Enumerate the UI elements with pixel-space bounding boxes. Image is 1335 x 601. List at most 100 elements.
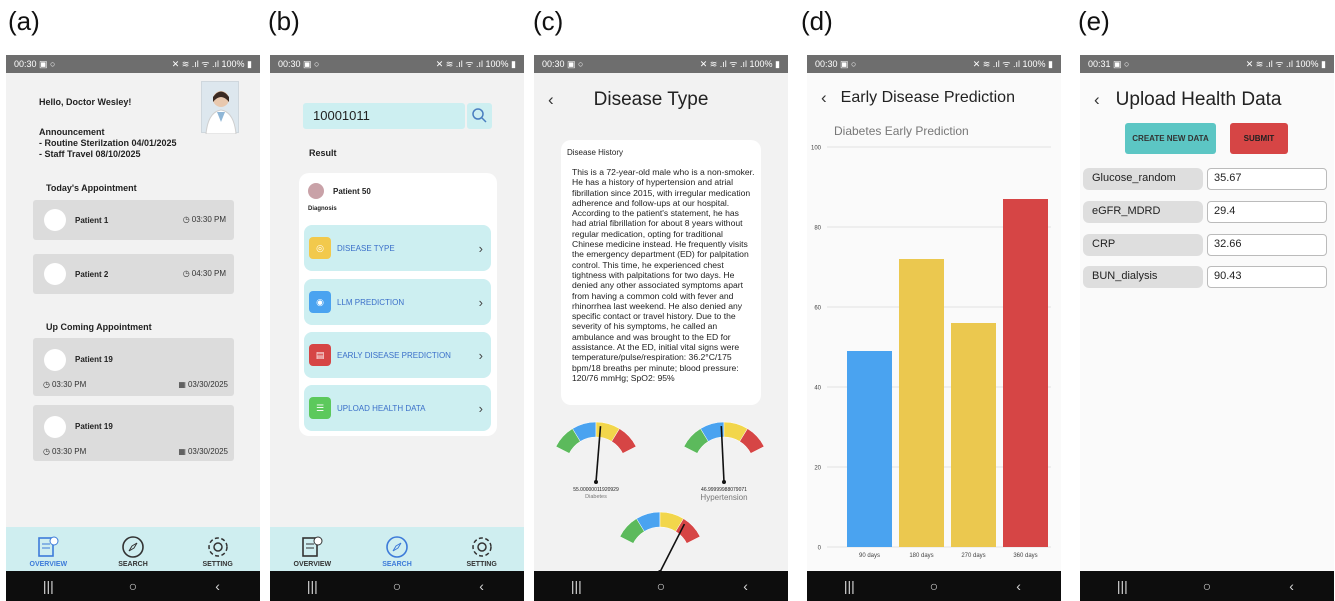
gear-icon <box>207 537 228 557</box>
y-tick-label: 60 <box>814 306 821 312</box>
panel-label-e: (e) <box>1078 6 1110 36</box>
menu-llm-prediction[interactable]: ◉ LLM PREDICTION › <box>304 279 491 325</box>
appointment-time: 03:30 PM <box>51 447 87 456</box>
system-nav-bar: ||| ○ ‹ <box>807 571 1061 601</box>
tab-overview[interactable]: OVERVIEW <box>282 535 342 568</box>
doctor-avatar[interactable] <box>201 81 239 135</box>
status-bar: 00:30 ▣ ○ ✕ ≋ .ıl ᯤ .ıl 100% ▮ <box>807 55 1061 73</box>
menu-disease-type[interactable]: ◎ DISEASE TYPE › <box>304 225 491 271</box>
appointment-time: 03:30 PM <box>51 380 87 389</box>
back-arrow-icon[interactable]: ‹ <box>1094 90 1100 110</box>
tab-setting[interactable]: SETTING <box>188 535 248 568</box>
battery-level: 100% <box>1295 59 1319 69</box>
home-icon[interactable]: ○ <box>1187 578 1227 594</box>
back-icon[interactable]: ‹ <box>198 578 238 594</box>
greeting: Hello, Doctor Wesley! <box>39 97 132 107</box>
back-icon[interactable]: ‹ <box>999 578 1039 594</box>
system-nav-bar: ||| ○ ‹ <box>270 571 524 601</box>
clock-icon: ◷ <box>43 447 50 456</box>
system-nav-bar: ||| ○ ‹ <box>6 571 260 601</box>
tab-overview[interactable]: OVERVIEW <box>18 535 78 568</box>
status-bar: 00:30 ▣ ○ ✕ ≋ .ıl ᯤ .ıl 100% ▮ <box>534 55 788 73</box>
back-icon[interactable]: ‹ <box>1272 578 1312 594</box>
status-bar: 00:31 ▣ ○ ✕ ≋ .ıl ᯤ .ıl 100% ▮ <box>1080 55 1334 73</box>
home-icon[interactable]: ○ <box>113 578 153 594</box>
recent-apps-icon[interactable]: ||| <box>1102 578 1142 594</box>
tab-search[interactable]: SEARCH <box>103 535 163 568</box>
chevron-right-icon: › <box>478 240 483 256</box>
compass-icon <box>122 536 144 558</box>
clock-icon: ◷ <box>182 269 190 278</box>
battery-level: 100% <box>221 59 245 69</box>
glucose-input[interactable]: 35.67 <box>1207 168 1327 190</box>
status-time: 00:30 <box>815 59 838 69</box>
database-icon: ☰ <box>309 397 331 419</box>
tab-setting[interactable]: SETTING <box>452 535 512 568</box>
upcoming-card[interactable]: Patient 19 ◷ 03:30 PM ▦ 03/30/2025 <box>33 338 234 396</box>
diagnosis-label: Diagnosis <box>308 206 337 212</box>
create-new-data-button[interactable]: CREATE NEW DATA <box>1125 123 1216 154</box>
field-label: Glucose_random <box>1083 168 1203 190</box>
bun-input[interactable]: 90.43 <box>1207 266 1327 288</box>
tab-label: OVERVIEW <box>29 561 68 568</box>
search-input[interactable]: 10001011 <box>303 103 465 129</box>
patient-name: Patient 50 <box>333 187 371 196</box>
overview-icon <box>38 536 59 557</box>
back-icon[interactable]: ‹ <box>726 578 766 594</box>
menu-label: LLM PREDICTION <box>337 297 405 307</box>
patient-avatar <box>44 263 66 285</box>
recent-apps-icon[interactable]: ||| <box>556 578 596 594</box>
compass-icon <box>386 536 408 558</box>
egfr-input[interactable]: 29.4 <box>1207 201 1327 223</box>
recent-apps-icon[interactable]: ||| <box>292 578 332 594</box>
home-icon[interactable]: ○ <box>914 578 954 594</box>
recent-apps-icon[interactable]: ||| <box>28 578 68 594</box>
bar <box>951 323 996 547</box>
gauge-value: 55.00000011920929 <box>573 487 619 493</box>
gauge-panel: 55.00000011920929Diabetes46.999999880790… <box>555 421 765 574</box>
home-icon[interactable]: ○ <box>641 578 681 594</box>
battery-level: 100% <box>1022 59 1046 69</box>
y-tick-label: 40 <box>814 386 821 392</box>
x-tick-label: 270 days <box>961 553 985 559</box>
x-tick-label: 180 days <box>909 553 933 559</box>
home-icon[interactable]: ○ <box>377 578 417 594</box>
back-arrow-icon[interactable]: ‹ <box>821 88 827 108</box>
bar <box>847 351 892 547</box>
gauge-pivot <box>722 480 726 484</box>
appointment-card[interactable]: Patient 2 ◷ 04:30 PM <box>33 254 234 294</box>
result-card: Patient 50 Diagnosis ◎ DISEASE TYPE › ◉ … <box>299 173 497 436</box>
upcoming-card[interactable]: Patient 19 ◷ 03:30 PM ▦ 03/30/2025 <box>33 405 234 461</box>
chart-title: Diabetes Early Prediction <box>834 124 969 138</box>
report-icon: ▤ <box>309 344 331 366</box>
menu-upload-health-data[interactable]: ☰ UPLOAD HEALTH DATA › <box>304 385 491 431</box>
tab-search[interactable]: SEARCH <box>367 535 427 568</box>
status-time: 00:30 <box>542 59 565 69</box>
status-time: 00:30 <box>278 59 301 69</box>
search-button[interactable] <box>467 103 492 129</box>
robot-icon: ◉ <box>309 291 331 313</box>
back-arrow-icon[interactable]: ‹ <box>548 90 554 110</box>
y-tick-label: 80 <box>814 226 821 232</box>
panel-label-b: (b) <box>268 6 300 36</box>
patient-avatar <box>44 416 66 438</box>
appointment-card[interactable]: Patient 1 ◷ 03:30 PM <box>33 200 234 240</box>
announcement: Announcement - Routine Sterilzation 04/0… <box>39 127 177 160</box>
menu-early-disease-prediction[interactable]: ▤ EARLY DISEASE PREDICTION › <box>304 332 491 378</box>
bar <box>1003 199 1048 547</box>
target-icon: ◎ <box>309 237 331 259</box>
field-label: CRP <box>1083 234 1203 256</box>
back-icon[interactable]: ‹ <box>462 578 502 594</box>
patient-name: Patient 2 <box>75 270 109 279</box>
menu-label: UPLOAD HEALTH DATA <box>337 403 426 413</box>
search-screen: 00:30 ▣ ○ ✕ ≋ .ıl ᯤ .ıl 100% ▮ 10001011 … <box>270 55 524 601</box>
submit-button[interactable]: SUBMIT <box>1230 123 1288 154</box>
system-nav-bar: ||| ○ ‹ <box>1080 571 1334 601</box>
y-tick-label: 20 <box>814 466 821 472</box>
disease-history-card: Disease History This is a 72-year-old ma… <box>561 140 761 405</box>
crp-input[interactable]: 32.66 <box>1207 234 1327 256</box>
patient-avatar <box>308 183 324 199</box>
today-title: Today's Appointment <box>46 183 137 193</box>
recent-apps-icon[interactable]: ||| <box>829 578 869 594</box>
status-time: 00:31 <box>1088 59 1111 69</box>
